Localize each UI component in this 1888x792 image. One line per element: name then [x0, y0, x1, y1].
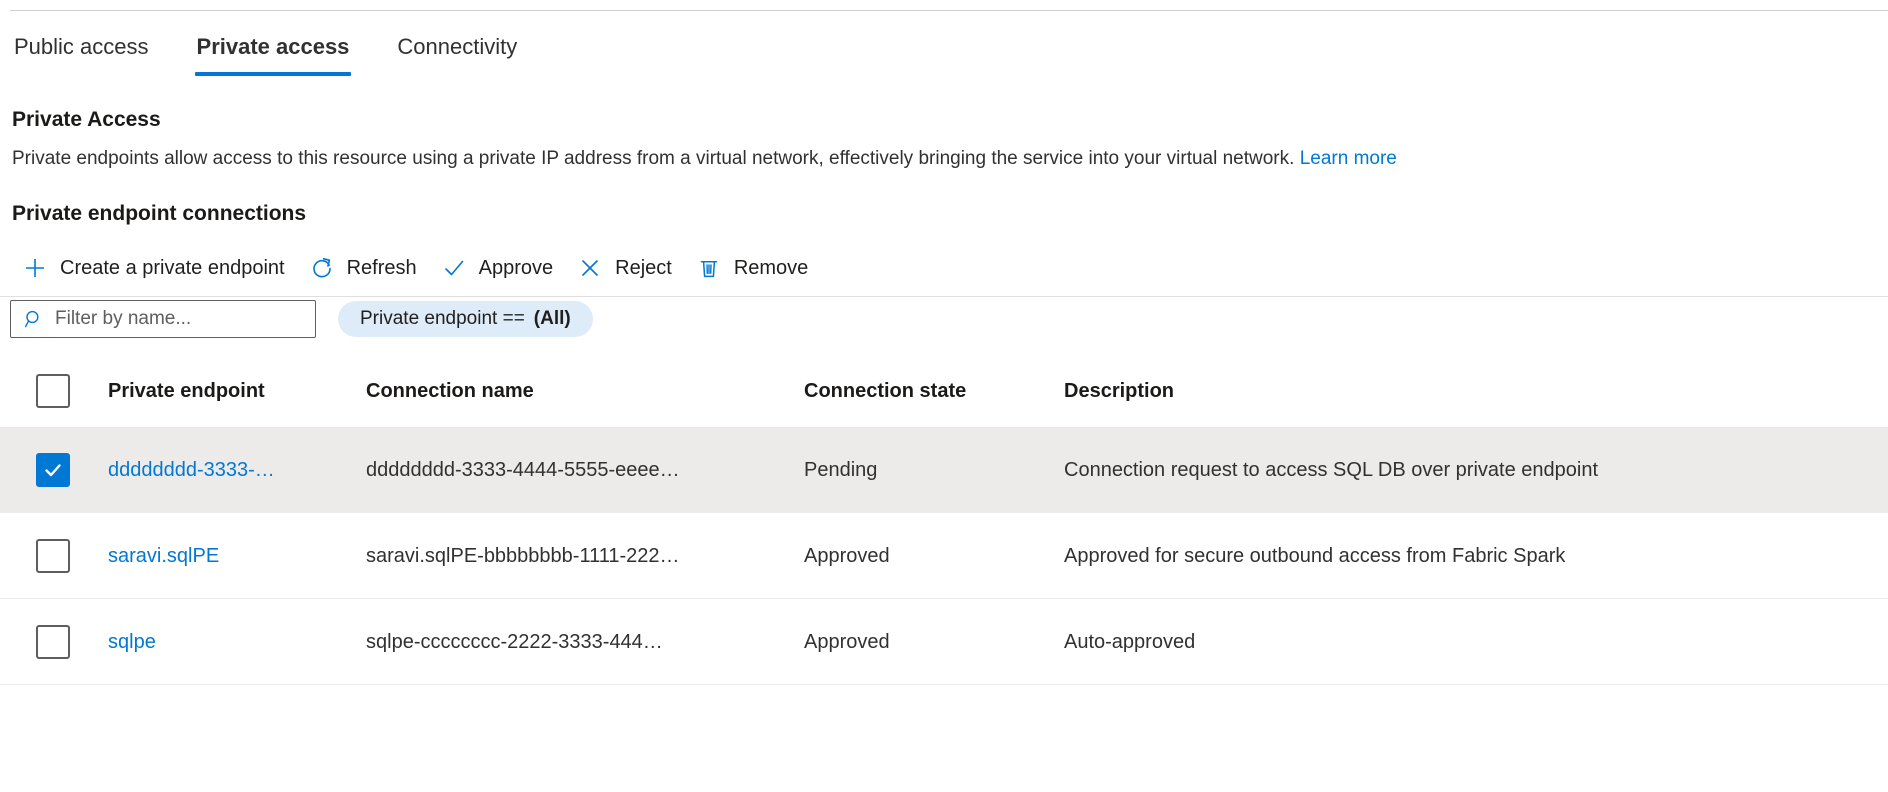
plus-icon — [22, 255, 48, 281]
tab-public-access[interactable]: Public access — [12, 28, 173, 76]
reject-button[interactable]: Reject — [567, 248, 686, 288]
refresh-button[interactable]: Refresh — [299, 248, 431, 288]
x-icon — [577, 255, 603, 281]
command-toolbar: Create a private endpoint Refresh Approv… — [12, 248, 822, 288]
learn-more-link[interactable]: Learn more — [1300, 148, 1397, 169]
search-icon — [23, 308, 45, 330]
section-description-text: Private endpoints allow access to this r… — [12, 148, 1295, 169]
refresh-icon — [309, 255, 335, 281]
trash-icon — [696, 255, 722, 281]
table-row[interactable]: sqlpe sqlpe-cccccccc-2222-3333-444… Appr… — [0, 599, 1888, 685]
cell-connection-state: Pending — [804, 458, 878, 481]
row-select-cell — [0, 538, 108, 573]
cell-private-endpoint[interactable]: sqlpe — [108, 629, 366, 655]
section-description: Private endpoints allow access to this r… — [12, 146, 1888, 172]
row-checkbox[interactable] — [36, 624, 70, 659]
cell-connection-name: saravi.sqlPE-bbbbbbbb-1111-222… — [366, 544, 680, 567]
refresh-label: Refresh — [346, 257, 417, 279]
cell-connection-name: sqlpe-cccccccc-2222-3333-444… — [366, 630, 663, 653]
column-header-connection-name[interactable]: Connection name — [366, 378, 804, 404]
checkmark-icon — [441, 255, 467, 281]
private-endpoint-connections-table: Private endpoint Connection name Connect… — [0, 355, 1888, 685]
cell-private-endpoint[interactable]: dddddddd-3333-… — [108, 457, 366, 483]
remove-button[interactable]: Remove — [686, 248, 822, 288]
tab-connectivity-label: Connectivity — [397, 34, 518, 59]
column-header-connection-state[interactable]: Connection state — [804, 378, 1064, 404]
filter-divider — [0, 296, 1888, 297]
search-input[interactable] — [55, 308, 305, 330]
tab-private-access-label: Private access — [196, 34, 350, 59]
tab-bar: Public access Private access Connectivit… — [12, 28, 541, 76]
filter-bar: Private endpoint == (All) — [10, 300, 593, 338]
cell-description: Approved for secure outbound access from… — [1064, 544, 1566, 567]
table-header-row: Private endpoint Connection name Connect… — [0, 355, 1888, 427]
top-divider — [10, 10, 1888, 11]
approve-label: Approve — [478, 257, 554, 279]
filter-pill-label: Private endpoint == — [360, 308, 525, 329]
row-checkbox[interactable] — [36, 538, 70, 573]
tab-public-access-label: Public access — [14, 34, 149, 59]
column-header-private-endpoint[interactable]: Private endpoint — [108, 378, 366, 404]
table-row[interactable]: dddddddd-3333-… dddddddd-3333-4444-5555-… — [0, 427, 1888, 513]
remove-label: Remove — [733, 257, 809, 279]
filter-pill-private-endpoint[interactable]: Private endpoint == (All) — [338, 301, 593, 337]
column-header-description[interactable]: Description — [1064, 378, 1888, 404]
approve-button[interactable]: Approve — [431, 248, 568, 288]
create-private-endpoint-label: Create a private endpoint — [60, 257, 285, 279]
cell-private-endpoint[interactable]: saravi.sqlPE — [108, 543, 366, 569]
filter-pill-value: (All) — [533, 308, 571, 329]
page-title: Private Access — [12, 108, 161, 131]
select-all-checkbox[interactable] — [36, 374, 70, 408]
create-private-endpoint-button[interactable]: Create a private endpoint — [12, 248, 299, 288]
cell-description: Auto-approved — [1064, 630, 1196, 653]
reject-label: Reject — [615, 257, 672, 279]
cell-connection-name: dddddddd-3333-4444-5555-eeee… — [366, 458, 680, 481]
select-all-cell — [0, 374, 108, 408]
search-input-wrapper[interactable] — [10, 300, 316, 338]
tab-private-access[interactable]: Private access — [173, 28, 374, 76]
row-checkbox[interactable] — [36, 452, 70, 487]
section-subtitle: Private endpoint connections — [12, 202, 307, 225]
tab-connectivity[interactable]: Connectivity — [373, 28, 541, 76]
cell-connection-state: Approved — [804, 544, 890, 567]
row-select-cell — [0, 624, 108, 659]
private-access-panel: Public access Private access Connectivit… — [0, 0, 1888, 792]
cell-description: Connection request to access SQL DB over… — [1064, 458, 1599, 481]
table-row[interactable]: saravi.sqlPE saravi.sqlPE-bbbbbbbb-1111-… — [0, 513, 1888, 599]
row-select-cell — [0, 452, 108, 487]
cell-connection-state: Approved — [804, 630, 890, 653]
